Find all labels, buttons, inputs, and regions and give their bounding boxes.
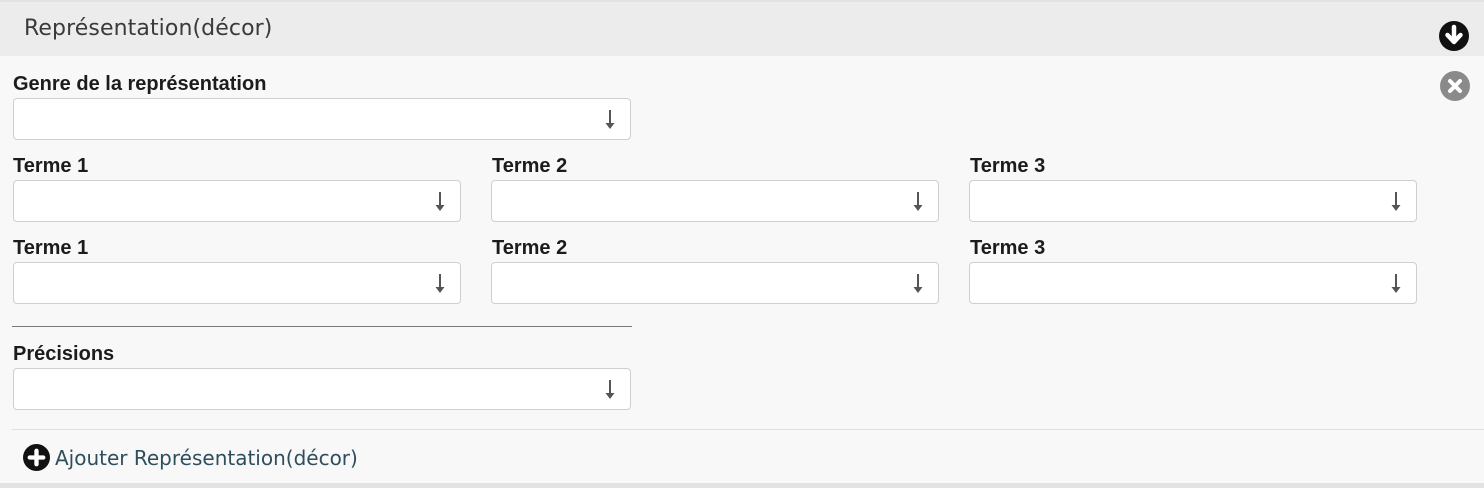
- term-2-select[interactable]: [491, 262, 939, 304]
- plus-circle-icon: [23, 444, 50, 471]
- arrow-down-icon: [1391, 192, 1401, 211]
- arrow-down-icon: [605, 380, 615, 399]
- representation-panel: Représentation(décor) Genre de la représ…: [0, 0, 1484, 488]
- term-2-label: Terme 2: [492, 155, 568, 177]
- footer-divider: [12, 429, 1484, 430]
- panel-title: Représentation(décor): [24, 16, 273, 41]
- term-3-select[interactable]: [969, 262, 1417, 304]
- term-1-select[interactable]: [13, 262, 461, 304]
- term-3-select[interactable]: [969, 180, 1417, 222]
- term-2-select[interactable]: [491, 180, 939, 222]
- term-3-label: Terme 3: [970, 237, 1046, 259]
- panel-header[interactable]: Représentation(décor): [0, 0, 1484, 56]
- arrow-down-icon: [913, 192, 923, 211]
- arrow-down-icon: [1391, 274, 1401, 293]
- term-2-label: Terme 2: [492, 237, 568, 259]
- close-circle-icon[interactable]: [1440, 71, 1470, 101]
- term-1-label: Terme 1: [13, 155, 89, 177]
- arrow-down-circle-icon[interactable]: [1439, 21, 1469, 51]
- add-representation-button[interactable]: Ajouter Représentation(décor): [23, 444, 358, 471]
- arrow-down-icon: [435, 274, 445, 293]
- divider: [12, 326, 632, 327]
- precisions-label: Précisions: [13, 343, 115, 365]
- add-representation-label: Ajouter Représentation(décor): [55, 445, 358, 470]
- precisions-select[interactable]: [13, 368, 631, 410]
- term-1-label: Terme 1: [13, 237, 89, 259]
- arrow-down-icon: [605, 110, 615, 129]
- genre-label: Genre de la représentation: [13, 73, 267, 95]
- arrow-down-icon: [913, 274, 923, 293]
- term-3-label: Terme 3: [970, 155, 1046, 177]
- term-1-select[interactable]: [13, 180, 461, 222]
- arrow-down-icon: [435, 192, 445, 211]
- genre-select[interactable]: [13, 98, 631, 140]
